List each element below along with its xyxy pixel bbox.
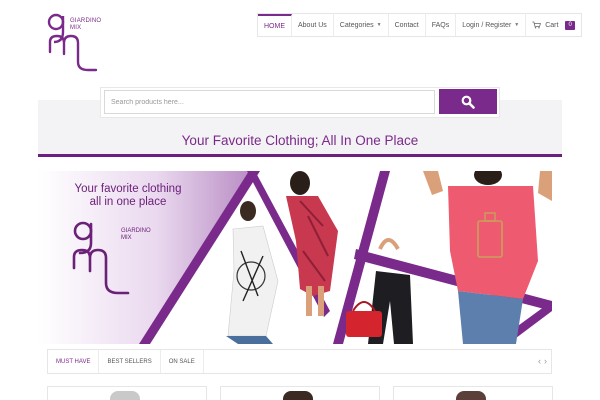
- chevron-down-icon: ▼: [514, 22, 520, 28]
- nav-item-label: About Us: [298, 21, 327, 29]
- product-image: [283, 391, 313, 400]
- hero-caption-line1: Your favorite clothing: [74, 183, 182, 195]
- hero-logo-line2: MIX: [121, 235, 132, 241]
- hero-logo-line1: GIARDINO: [121, 228, 151, 234]
- tab-best-sellers[interactable]: BEST SELLERS: [99, 350, 161, 373]
- chevron-down-icon: ▼: [376, 22, 382, 28]
- search-button[interactable]: [439, 89, 497, 114]
- tab-on-sale[interactable]: ON SALE: [161, 350, 204, 373]
- nav-item-about-us[interactable]: About Us: [292, 14, 334, 36]
- product-card[interactable]: [393, 386, 553, 400]
- hero-logo-text: GIARDINO MIX: [121, 228, 151, 242]
- carousel-arrows: ‹ ›: [538, 356, 547, 366]
- logo-text: GIARDINO MIX: [70, 18, 101, 32]
- product-image: [110, 391, 140, 400]
- nav-item-label: FAQs: [431, 21, 450, 29]
- cart-button[interactable]: Cart 0: [526, 14, 581, 36]
- nav-item-label: Categories: [339, 21, 374, 29]
- nav-item-label: Contact: [394, 21, 419, 29]
- cart-icon: [532, 21, 542, 29]
- hero-caption: Your favorite clothing all in one place: [68, 183, 188, 209]
- search-input[interactable]: [104, 90, 435, 114]
- cart-count-badge: 0: [565, 20, 575, 30]
- chevron-right-icon[interactable]: ›: [544, 356, 547, 366]
- nav-item-label: HOME: [264, 22, 285, 30]
- product-card[interactable]: [47, 386, 207, 400]
- hero-model-white-top: [226, 201, 279, 344]
- product-image: [456, 391, 486, 400]
- page: GIARDINO MIX HOME About Us Categories ▼ …: [0, 0, 600, 400]
- page-tagline: Your Favorite Clothing; All In One Place: [181, 133, 419, 148]
- tab-label: BEST SELLERS: [107, 358, 152, 365]
- product-card[interactable]: [220, 386, 380, 400]
- hero-caption-line2: all in one place: [89, 196, 167, 208]
- logo-line2: MIX: [70, 25, 82, 31]
- hero-banner[interactable]: Your favorite clothing all in one place …: [38, 171, 552, 344]
- tab-must-have[interactable]: MUST HAVE: [48, 350, 100, 373]
- nav-item-faqs[interactable]: FAQs: [426, 14, 457, 36]
- search-icon: [461, 95, 475, 109]
- main-nav: HOME About Us Categories ▼ Contact FAQs …: [257, 13, 582, 37]
- tagline-divider: [38, 154, 562, 157]
- tab-label: MUST HAVE: [56, 358, 91, 365]
- product-tabs: MUST HAVE BEST SELLERS ON SALE ‹ ›: [47, 349, 552, 374]
- logo-line1: GIARDINO: [70, 18, 102, 24]
- cart-label: Cart: [545, 21, 559, 29]
- tab-label: ON SALE: [168, 358, 195, 365]
- nav-item-categories[interactable]: Categories ▼: [334, 14, 389, 36]
- chevron-left-icon[interactable]: ‹: [538, 356, 541, 366]
- nav-item-contact[interactable]: Contact: [389, 14, 426, 36]
- nav-item-label: Login / Register: [462, 21, 512, 29]
- nav-item-login-register[interactable]: Login / Register ▼: [456, 14, 527, 36]
- nav-item-home[interactable]: HOME: [258, 14, 292, 36]
